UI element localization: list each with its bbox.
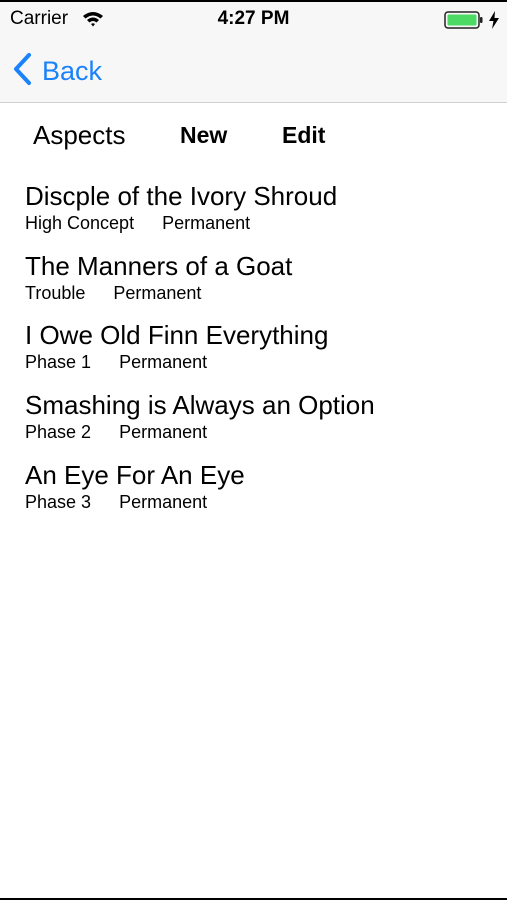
aspect-duration: Permanent (119, 491, 208, 512)
aspect-meta: Phase 1 Permanent (25, 351, 495, 373)
aspect-duration: Permanent (162, 213, 251, 233)
aspect-name: I Owe Old Finn Everything (25, 320, 329, 351)
back-label: Back (42, 56, 103, 86)
aspects-toolbar: Aspects New Edit (0, 104, 507, 170)
aspect-name: Discple of the Ivory Shroud (25, 181, 338, 211)
aspect-meta: Phase 3 Permanent (25, 491, 495, 513)
aspect-meta: Trouble Permanent (25, 282, 495, 304)
list-item[interactable]: Discple of the Ivory Shroud High Concept… (25, 180, 495, 250)
aspect-type: Phase 1 (25, 352, 92, 373)
list-item[interactable]: Smashing is Always an Option Phase 2 Per… (25, 389, 495, 459)
navigation-bar: Back (0, 38, 507, 103)
chevron-left-icon (12, 52, 32, 91)
aspect-type: Phase 3 (25, 491, 92, 512)
aspect-name: Smashing is Always an Option (25, 390, 375, 421)
aspect-meta: Phase 2 Permanent (25, 421, 495, 443)
status-bar: Carrier 4:27 PM (0, 0, 507, 38)
list-item[interactable]: An Eye For An Eye Phase 3 Permanent (25, 459, 495, 529)
charging-icon (488, 10, 500, 35)
aspect-duration: Permanent (119, 422, 208, 443)
aspect-name: An Eye For An Eye (25, 459, 245, 490)
section-title: Aspects (33, 120, 126, 150)
aspect-type: Phase 2 (25, 422, 92, 443)
aspect-duration: Permanent (113, 282, 202, 303)
edit-button[interactable]: Edit (282, 122, 325, 149)
aspect-duration: Permanent (119, 352, 208, 373)
list-item[interactable]: The Manners of a Goat Trouble Permanent (25, 250, 495, 320)
aspect-type: High Concept (25, 213, 135, 233)
battery-icon (444, 10, 484, 35)
back-button[interactable]: Back (12, 52, 102, 91)
list-item[interactable]: I Owe Old Finn Everything Phase 1 Perman… (25, 319, 495, 389)
aspect-type: Trouble (25, 282, 86, 303)
status-time: 4:27 PM (217, 8, 290, 29)
aspect-name: The Manners of a Goat (25, 250, 293, 281)
aspect-list: Discple of the Ivory Shroud High Concept… (25, 180, 495, 528)
aspect-meta: High Concept Permanent (25, 212, 495, 234)
new-button[interactable]: New (180, 122, 227, 149)
